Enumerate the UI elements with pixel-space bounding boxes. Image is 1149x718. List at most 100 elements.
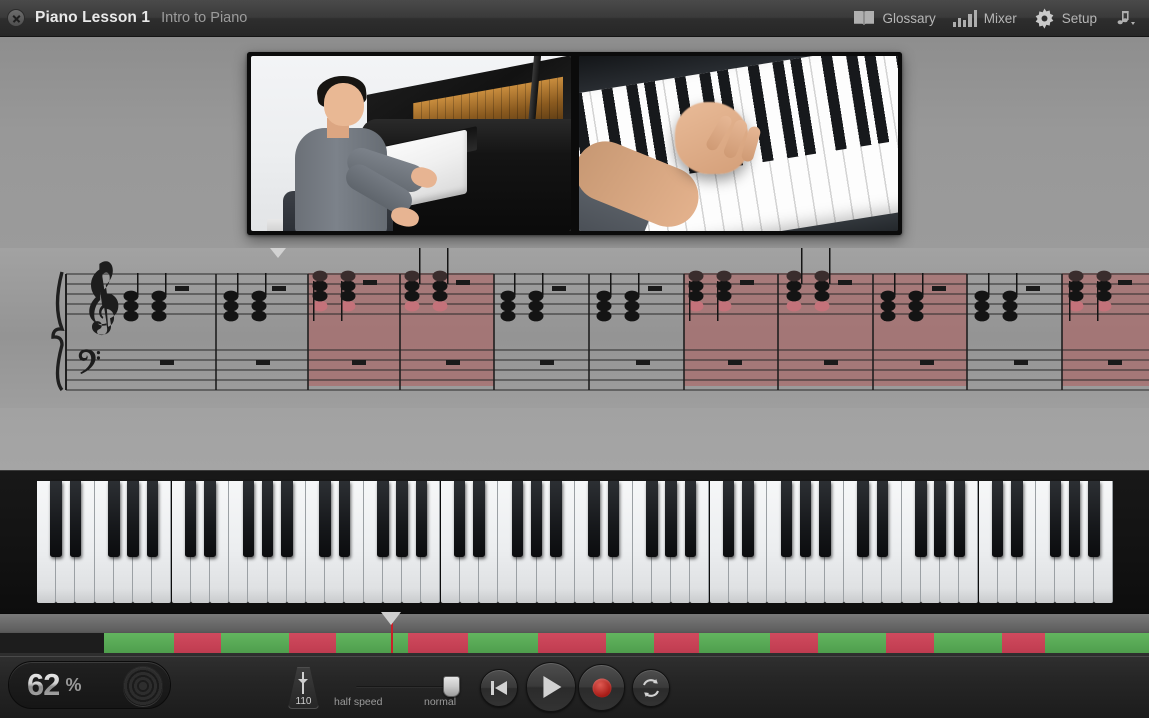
black-key[interactable] bbox=[1049, 481, 1062, 557]
black-key[interactable] bbox=[453, 481, 466, 557]
result-segment-green bbox=[818, 633, 886, 653]
black-key[interactable] bbox=[1068, 481, 1081, 557]
result-segment-red bbox=[174, 633, 221, 653]
setup-button[interactable]: Setup bbox=[1030, 0, 1110, 36]
video-thumbnails bbox=[247, 52, 902, 235]
video-instructor-wide[interactable] bbox=[247, 52, 575, 235]
black-key[interactable] bbox=[204, 481, 216, 557]
instrument-menu-button[interactable] bbox=[1110, 0, 1140, 36]
title-bar: Piano Lesson 1 Intro to Piano Glossary M… bbox=[0, 0, 1149, 37]
black-key[interactable] bbox=[819, 481, 831, 557]
setup-label: Setup bbox=[1061, 10, 1097, 26]
black-key[interactable] bbox=[780, 481, 793, 557]
notation-playhead-marker[interactable] bbox=[270, 248, 286, 258]
black-key[interactable] bbox=[338, 481, 351, 557]
tempo-slider[interactable] bbox=[356, 676, 460, 697]
black-key[interactable] bbox=[876, 481, 889, 557]
rewind-to-start-button[interactable] bbox=[480, 669, 518, 707]
black-key[interactable] bbox=[1011, 481, 1023, 557]
result-segment-red bbox=[1002, 633, 1045, 653]
play-button[interactable] bbox=[526, 662, 576, 712]
score-display: 62 % bbox=[8, 661, 171, 709]
black-key[interactable] bbox=[646, 481, 658, 557]
glossary-button[interactable]: Glossary bbox=[849, 0, 948, 36]
tempo-slider-track bbox=[356, 686, 452, 688]
black-key[interactable] bbox=[396, 481, 408, 557]
music-notation-area[interactable] bbox=[0, 248, 1149, 408]
black-key[interactable] bbox=[281, 481, 293, 557]
onscreen-keyboard-panel bbox=[0, 470, 1149, 613]
result-segment-red bbox=[538, 633, 606, 653]
result-segment-red bbox=[289, 633, 336, 653]
result-segment-green bbox=[221, 633, 289, 653]
result-segment-green bbox=[104, 633, 174, 653]
black-key[interactable] bbox=[588, 481, 600, 557]
timeline-playhead-line bbox=[391, 623, 393, 653]
gear-icon bbox=[1034, 7, 1055, 29]
results-timeline[interactable] bbox=[0, 633, 1149, 653]
book-icon bbox=[853, 10, 875, 26]
target-rings-icon[interactable] bbox=[123, 666, 163, 706]
black-key[interactable] bbox=[127, 481, 139, 557]
black-key[interactable] bbox=[261, 481, 274, 557]
piano-keyboard[interactable] bbox=[37, 481, 1113, 603]
garageband-lesson-window: Piano Lesson 1 Intro to Piano Glossary M… bbox=[0, 0, 1149, 718]
black-key[interactable] bbox=[857, 481, 869, 557]
black-key[interactable] bbox=[377, 481, 389, 557]
black-key[interactable] bbox=[799, 481, 812, 557]
result-segment-green bbox=[468, 633, 538, 653]
cycle-loop-icon bbox=[640, 677, 662, 699]
result-segment-red bbox=[654, 633, 699, 653]
black-key[interactable] bbox=[511, 481, 524, 557]
result-segment-green bbox=[934, 633, 1002, 653]
result-segment-green bbox=[393, 633, 408, 653]
result-segment-green bbox=[1045, 633, 1149, 653]
black-key[interactable] bbox=[184, 481, 197, 557]
black-key[interactable] bbox=[319, 481, 331, 557]
black-key[interactable] bbox=[665, 481, 677, 557]
black-key[interactable] bbox=[69, 481, 82, 557]
black-key[interactable] bbox=[991, 481, 1004, 557]
black-key[interactable] bbox=[934, 481, 946, 557]
mixer-button[interactable]: Mixer bbox=[949, 0, 1030, 36]
record-icon bbox=[592, 678, 611, 697]
black-key[interactable] bbox=[146, 481, 159, 557]
black-key[interactable] bbox=[742, 481, 754, 557]
result-segment-red bbox=[886, 633, 934, 653]
mixer-icon bbox=[952, 9, 977, 27]
timeline-playhead-handle[interactable] bbox=[381, 612, 401, 625]
rewind-icon bbox=[491, 681, 507, 695]
black-key[interactable] bbox=[915, 481, 927, 557]
close-lesson-button[interactable] bbox=[7, 9, 25, 27]
black-key[interactable] bbox=[50, 481, 62, 557]
tempo-slider-handle[interactable] bbox=[443, 676, 460, 697]
video-hands-closeup[interactable] bbox=[575, 52, 902, 235]
black-key[interactable] bbox=[242, 481, 255, 557]
cycle-button[interactable] bbox=[632, 669, 670, 707]
score-value: 62 bbox=[27, 667, 60, 702]
black-key[interactable] bbox=[108, 481, 120, 557]
black-key[interactable] bbox=[1088, 481, 1100, 557]
black-key[interactable] bbox=[722, 481, 735, 557]
transport-bar: 62 % 110 half speed normal bbox=[0, 656, 1149, 718]
result-segment-green bbox=[606, 633, 654, 653]
record-button[interactable] bbox=[578, 664, 625, 711]
black-key[interactable] bbox=[530, 481, 543, 557]
glossary-label: Glossary bbox=[882, 10, 936, 26]
metronome-tempo-value: 110 bbox=[295, 696, 312, 707]
title-bar-actions: Glossary Mixer Setup bbox=[849, 0, 1149, 36]
lesson-subtitle: Intro to Piano bbox=[161, 10, 248, 26]
result-segment-green bbox=[336, 633, 391, 653]
black-key[interactable] bbox=[684, 481, 697, 557]
music-note-dropdown-icon bbox=[1114, 10, 1136, 27]
score-unit: % bbox=[65, 674, 82, 695]
metronome-button[interactable]: 110 bbox=[288, 667, 319, 709]
black-key[interactable] bbox=[607, 481, 620, 557]
result-segment-green bbox=[699, 633, 770, 653]
black-key[interactable] bbox=[550, 481, 562, 557]
black-key[interactable] bbox=[415, 481, 428, 557]
mixer-label: Mixer bbox=[983, 10, 1017, 26]
play-icon bbox=[543, 676, 562, 698]
black-key[interactable] bbox=[953, 481, 966, 557]
black-key[interactable] bbox=[473, 481, 485, 557]
